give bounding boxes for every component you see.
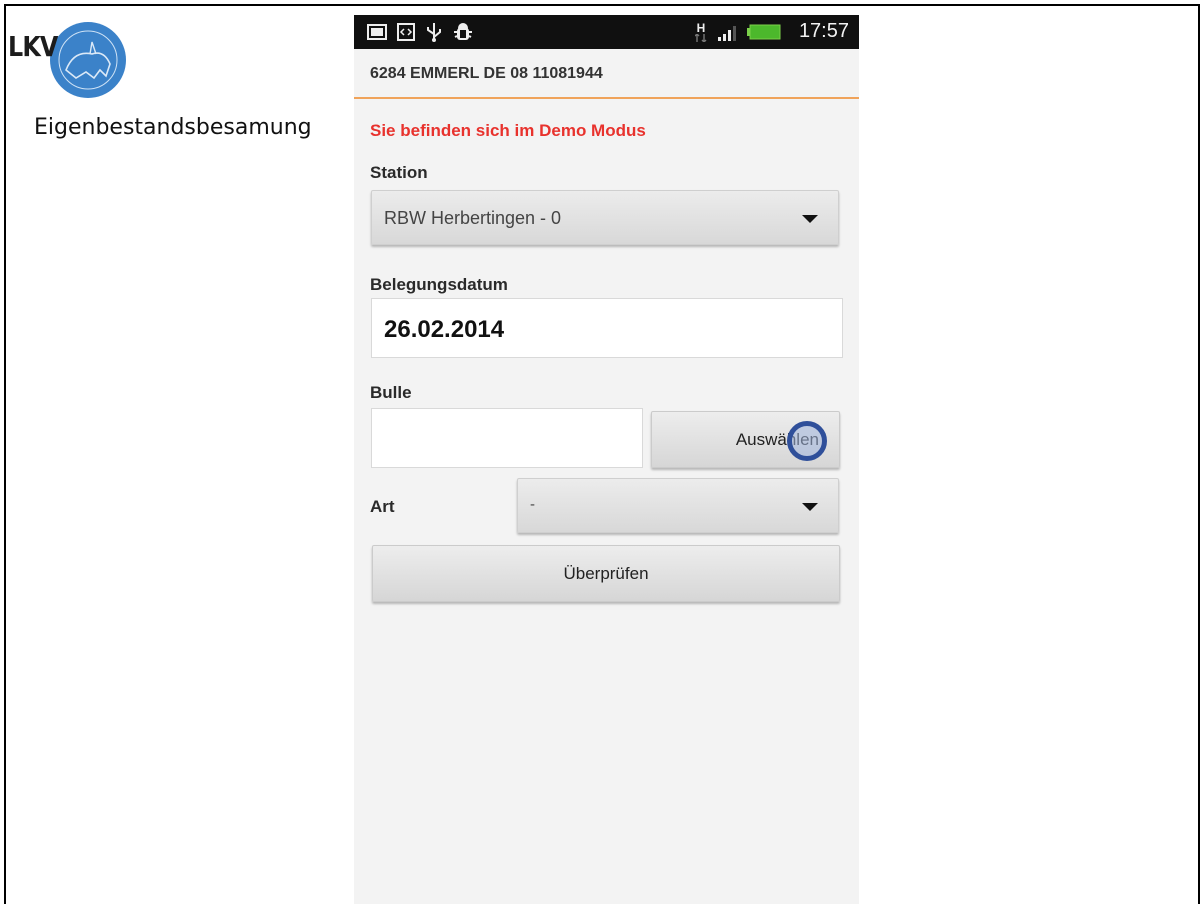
bulle-input[interactable] xyxy=(371,408,643,468)
battery-icon xyxy=(746,22,782,42)
ueberpruefen-button[interactable]: Überprüfen xyxy=(372,545,840,602)
art-selected-value: - xyxy=(530,496,535,513)
android-debug-icon xyxy=(452,22,474,42)
slide-caption: Eigenbestandsbesamung xyxy=(34,115,312,140)
bulle-label: Bulle xyxy=(370,383,412,402)
action-bar: 6284 EMMERL DE 08 11081944 xyxy=(354,49,859,99)
logo-text: LKV xyxy=(8,30,58,63)
demo-mode-message: Sie befinden sich im Demo Modus xyxy=(370,121,646,140)
belegungsdatum-label: Belegungsdatum xyxy=(370,275,508,294)
status-time: 17:57 xyxy=(798,20,849,42)
station-spinner[interactable]: RBW Herbertingen - 0 xyxy=(371,190,839,245)
station-selected-value: RBW Herbertingen - 0 xyxy=(384,208,562,228)
belegungsdatum-field[interactable]: 26.02.2014 xyxy=(371,298,843,358)
status-bar: H 17:57 xyxy=(354,15,859,49)
animal-title: 6284 EMMERL DE 08 11081944 xyxy=(370,65,603,82)
network-type-label: H xyxy=(696,20,706,35)
h-network-icon: H xyxy=(692,22,710,42)
station-label: Station xyxy=(370,163,428,182)
dropdown-arrow-icon xyxy=(802,503,818,511)
belegungsdatum-value: 26.02.2014 xyxy=(384,316,505,343)
art-spinner[interactable]: - xyxy=(517,478,839,533)
dropdown-arrow-icon xyxy=(802,215,818,223)
code-icon xyxy=(396,22,416,42)
signal-icon xyxy=(716,22,740,42)
lkv-logo: LKV xyxy=(8,20,128,102)
logo-globe-icon xyxy=(50,22,126,98)
touch-indicator-icon xyxy=(787,421,827,461)
ueberpruefen-button-label: Überprüfen xyxy=(563,563,649,583)
art-label: Art xyxy=(370,497,395,516)
phone-screen: H 17:57 6284 EMMERL DE 08 11081944 Sie b… xyxy=(354,15,859,904)
screenshot-icon xyxy=(366,22,388,42)
usb-icon xyxy=(424,22,444,42)
